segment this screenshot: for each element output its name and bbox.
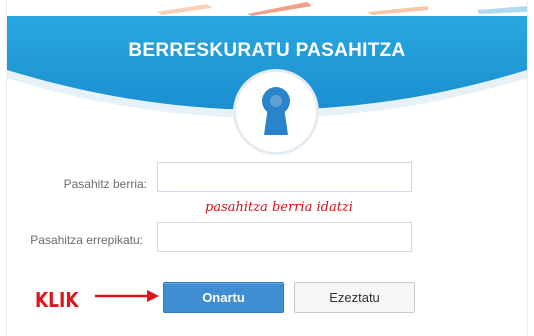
page-title: BERRESKURATU PASAHITZA xyxy=(128,40,406,61)
cancel-button[interactable]: Ezeztatu xyxy=(294,282,415,313)
lock-badge xyxy=(236,72,316,152)
new-password-input[interactable] xyxy=(157,162,412,192)
new-password-label: Pasahitz berria: xyxy=(63,177,147,191)
keyhole-icon xyxy=(262,87,290,135)
submit-button[interactable]: Onartu xyxy=(163,282,284,313)
new-password-hint: pasahitza berria idatzi xyxy=(205,200,353,215)
arrow-right-icon xyxy=(95,290,159,302)
repeat-password-input[interactable] xyxy=(157,222,412,252)
klik-annotation: KLIK xyxy=(35,288,79,312)
reset-password-card: BERRESKURATU PASAHITZA Pasahitz berria: … xyxy=(6,0,528,336)
repeat-password-label: Pasahitza errepikatu: xyxy=(30,233,143,247)
